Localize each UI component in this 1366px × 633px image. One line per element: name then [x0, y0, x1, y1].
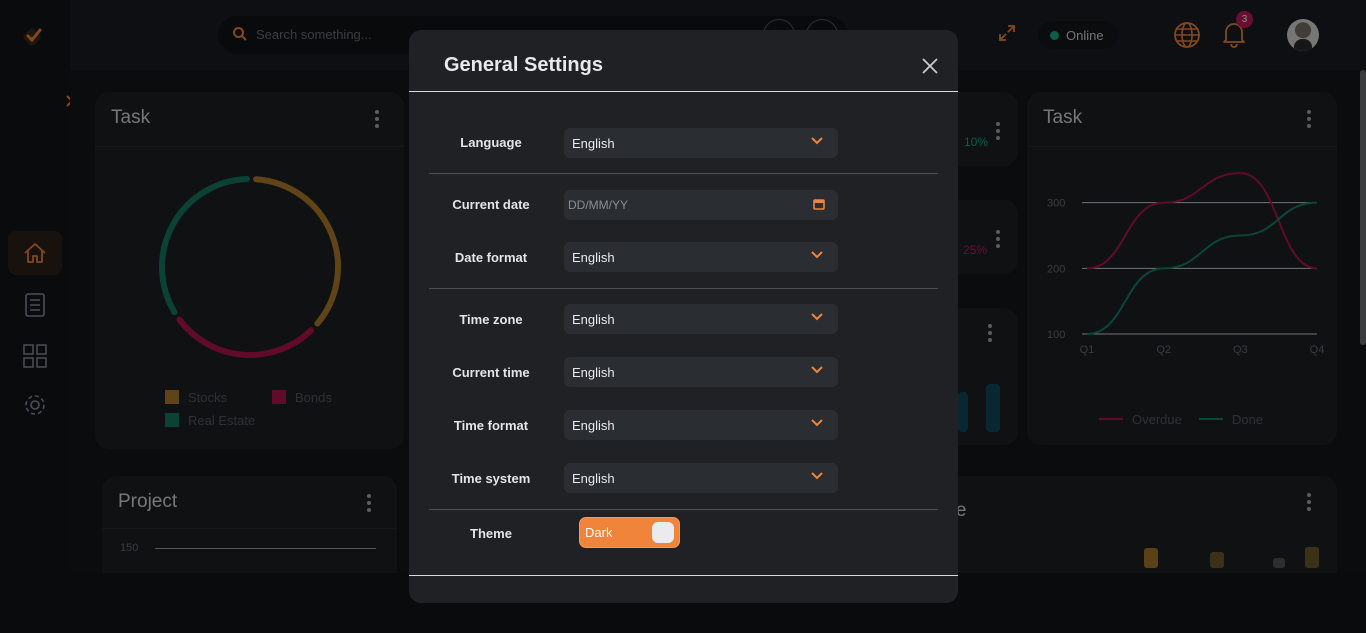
dialog-title: General Settings: [444, 54, 603, 76]
toggle-knob: [652, 522, 674, 543]
current-time-label: Current time: [452, 365, 530, 380]
time-format-label: Time format: [453, 418, 529, 433]
current-date-input[interactable]: DD/MM/YY: [564, 190, 838, 220]
toggle-label: Dark: [585, 525, 613, 540]
calendar-icon[interactable]: [813, 198, 825, 210]
chevron-down-icon: [811, 313, 823, 321]
select-value: English: [572, 365, 615, 380]
divider: [429, 509, 938, 510]
chevron-down-icon: [811, 366, 823, 374]
current-date-label: Current date: [452, 197, 530, 212]
close-button[interactable]: [921, 57, 939, 75]
date-placeholder: DD/MM/YY: [568, 198, 628, 212]
date-format-select[interactable]: English: [564, 242, 838, 272]
language-label: Language: [460, 135, 522, 150]
time-format-select[interactable]: English: [564, 410, 838, 440]
divider: [429, 288, 938, 289]
chevron-down-icon: [811, 137, 823, 145]
date-format-label: Date format: [454, 250, 528, 265]
current-time-select[interactable]: English: [564, 357, 838, 387]
time-system-label: Time system: [451, 471, 531, 486]
select-value: English: [572, 312, 615, 327]
close-icon: [922, 58, 938, 74]
language-select[interactable]: English: [564, 128, 838, 158]
chevron-down-icon: [811, 419, 823, 427]
chevron-down-icon: [811, 251, 823, 259]
select-value: English: [572, 136, 615, 151]
select-value: English: [572, 471, 615, 486]
time-zone-select[interactable]: English: [564, 304, 838, 334]
general-settings-dialog: General Settings Language English Curren…: [409, 30, 958, 603]
divider: [429, 173, 938, 174]
theme-toggle[interactable]: Dark: [579, 517, 680, 548]
theme-label: Theme: [470, 526, 512, 541]
time-zone-label: Time zone: [459, 312, 523, 327]
divider: [409, 575, 958, 576]
select-value: English: [572, 250, 615, 265]
chevron-down-icon: [811, 472, 823, 480]
divider: [409, 91, 958, 92]
time-system-select[interactable]: English: [564, 463, 838, 493]
select-value: English: [572, 418, 615, 433]
